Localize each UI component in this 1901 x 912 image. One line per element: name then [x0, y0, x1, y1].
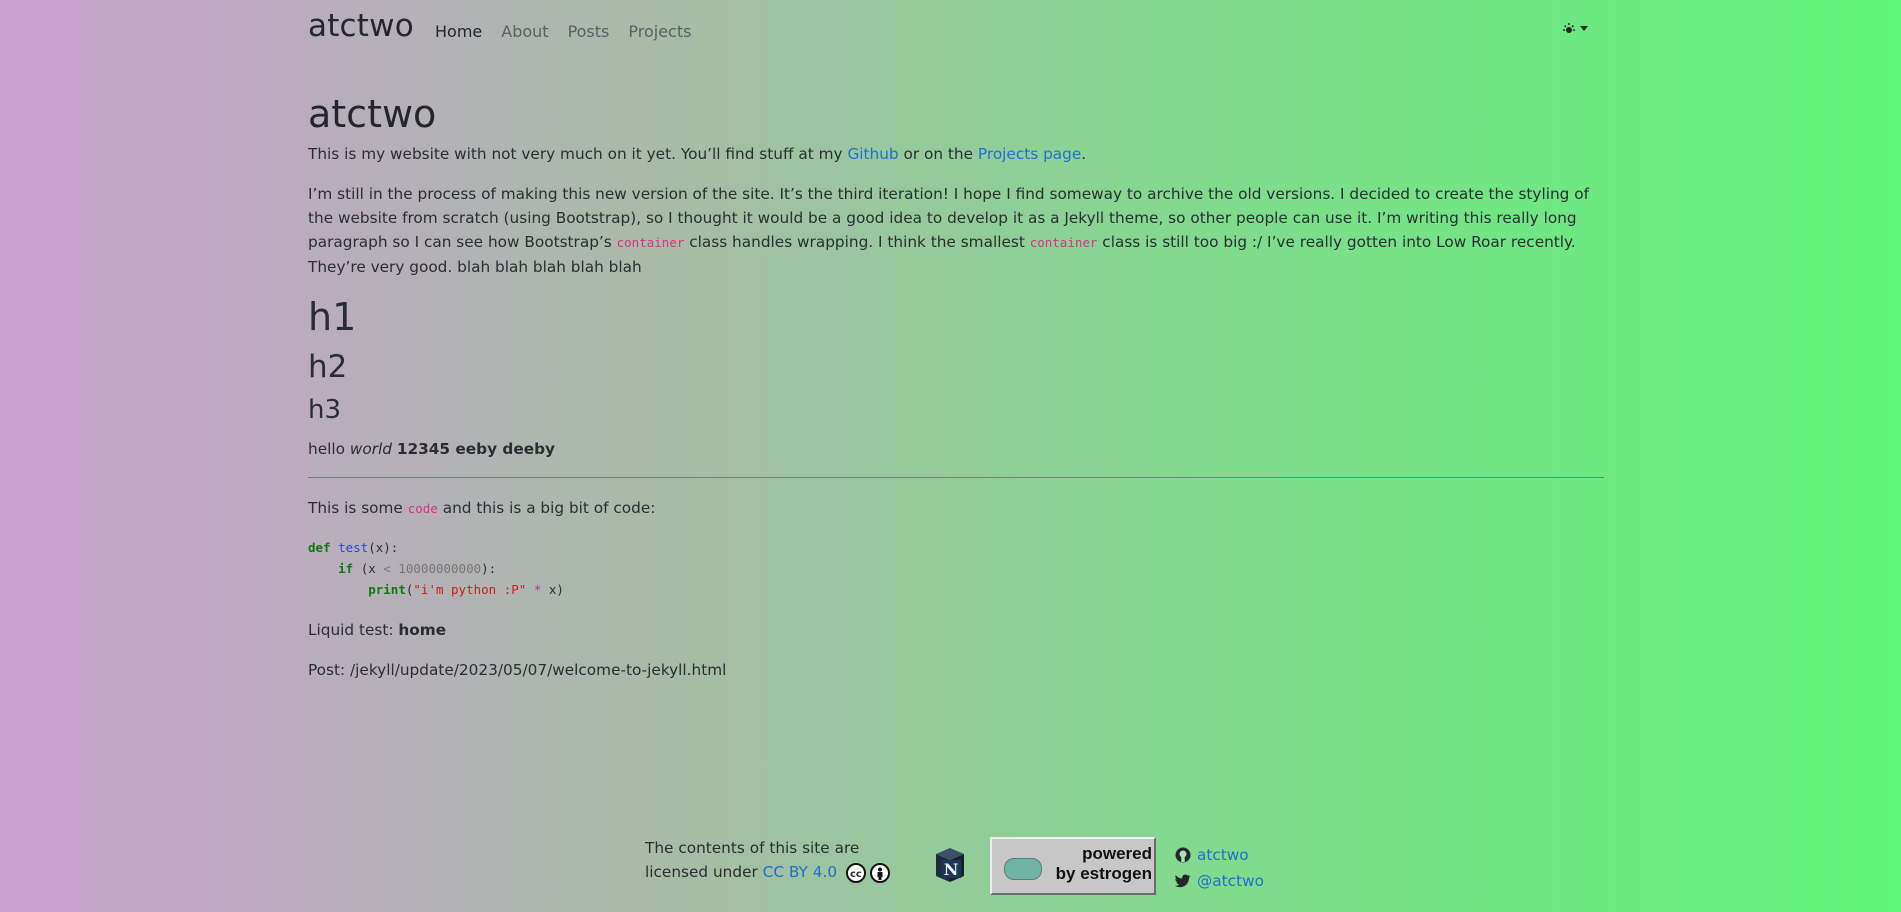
code-token: "i'm python :P"	[413, 582, 527, 597]
code-token: print	[368, 582, 406, 597]
inline-code-code: code	[407, 501, 438, 516]
twitter-icon	[1175, 874, 1191, 888]
code-block: def test(x): if (x < 10000000000): print…	[308, 537, 1604, 600]
intro-paragraph: This is my website with not very much on…	[308, 142, 1604, 166]
divider	[308, 477, 1604, 478]
estrogen-line-2: by estrogen	[1055, 864, 1152, 883]
navbar: atctwo Home About Posts Projects	[308, 0, 1592, 62]
nav-link-home[interactable]: Home	[435, 22, 482, 41]
code-token: <	[383, 561, 391, 576]
inline-code-container-1: container	[616, 235, 685, 250]
cc-icon: cc	[845, 862, 866, 883]
heading-h1: h1	[308, 295, 357, 339]
code-token: ):	[481, 561, 497, 576]
theme-toggle-button[interactable]	[1562, 22, 1588, 36]
code-intro-text-end: and this is a big bit of code:	[437, 499, 656, 517]
powered-by-estrogen-badge[interactable]: powered by estrogen	[990, 837, 1156, 895]
intro-text: This is my website with not very much on…	[308, 145, 848, 163]
license-text: The contents of this site are licensed u…	[645, 836, 890, 884]
sun-icon	[1563, 23, 1575, 33]
main-content: atctwo This is my website with not very …	[308, 88, 1604, 698]
intro-text-end: .	[1081, 145, 1087, 163]
cube-letter: N	[944, 860, 959, 879]
twitter-social-row: @atctwo	[1175, 868, 1264, 894]
attribution-icon	[869, 862, 890, 883]
github-social-row: atctwo	[1175, 842, 1264, 868]
license-line-2: licensed under CC BY 4.0 cc	[645, 860, 890, 884]
hello-bold: 12345 eeby deeby	[396, 440, 555, 458]
pill-icon	[1004, 858, 1042, 880]
github-social-link[interactable]: atctwo	[1197, 842, 1249, 868]
netscape-cube-icon[interactable]: N	[932, 846, 968, 884]
nav-link-projects[interactable]: Projects	[628, 22, 691, 41]
code-intro-text: This is some	[308, 499, 408, 517]
inline-code-container-2: container	[1029, 235, 1098, 250]
hello-plain: hello	[308, 440, 350, 458]
github-link[interactable]: Github	[847, 145, 898, 163]
nav-link-posts[interactable]: Posts	[568, 22, 610, 41]
liquid-label: Liquid test:	[308, 621, 399, 639]
caret-down-icon	[1580, 26, 1588, 31]
code-token: 10000000000	[398, 561, 482, 576]
liquid-test: Liquid test: home	[308, 618, 1604, 642]
estrogen-line-1: powered	[1082, 844, 1152, 863]
code-token: (x	[353, 561, 384, 576]
site-brand[interactable]: atctwo	[308, 8, 414, 44]
estrogen-badge-text: powered by estrogen	[1052, 844, 1152, 884]
post-path: Post: /jekyll/update/2023/05/07/welcome-…	[308, 661, 727, 679]
hello-italic: world	[349, 440, 392, 458]
license-prefix: licensed under	[645, 863, 763, 881]
github-icon	[1175, 847, 1191, 863]
heading-h3: h3	[308, 395, 342, 425]
liquid-value: home	[398, 621, 447, 639]
code-token: test	[338, 540, 369, 555]
footer: The contents of this site are licensed u…	[0, 836, 1901, 912]
code-token: (x):	[368, 540, 399, 555]
code-token: def	[308, 540, 331, 555]
cc-by-link[interactable]: CC BY 4.0	[763, 863, 837, 881]
code-token: x)	[541, 582, 564, 597]
twitter-social-link[interactable]: @atctwo	[1197, 868, 1264, 894]
projects-page-link[interactable]: Projects page	[978, 145, 1081, 163]
license-line-1: The contents of this site are	[645, 839, 860, 857]
code-intro: This is some code and this is a big bit …	[308, 496, 1604, 521]
page-title: atctwo	[308, 92, 437, 136]
nav-link-about[interactable]: About	[501, 22, 548, 41]
heading-h2: h2	[308, 349, 348, 385]
nav-links: Home About Posts Projects	[435, 22, 691, 41]
hello-line: hello world 12345 eeby deeby	[308, 437, 1604, 461]
long-paragraph-text-2: class handles wrapping. I think the smal…	[684, 233, 1030, 251]
code-token: if	[338, 561, 354, 576]
social-links: atctwo @atctwo	[1175, 842, 1264, 894]
intro-text-middle: or on the	[898, 145, 978, 163]
long-paragraph: I’m still in the process of making this …	[308, 182, 1604, 279]
